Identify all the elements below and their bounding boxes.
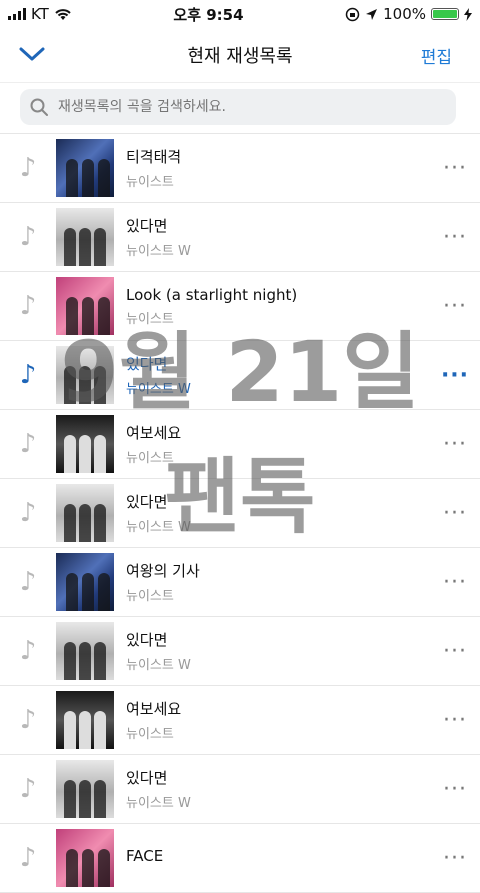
- music-note-icon: ♪: [19, 498, 37, 528]
- song-artist: 뉴이스트: [126, 451, 174, 466]
- header: 현재 재생목록 편집: [0, 28, 480, 82]
- song-artist: 뉴이스트: [126, 589, 174, 604]
- more-options-button[interactable]: ···: [430, 156, 480, 181]
- carrier-label: KT: [31, 5, 49, 23]
- music-note-icon: ♪: [19, 222, 37, 252]
- battery-icon: [431, 8, 459, 20]
- song-artist: 뉴이스트 W: [126, 658, 191, 673]
- more-options-button[interactable]: ···: [430, 639, 480, 664]
- song-title: 여보세요: [126, 700, 182, 718]
- status-right: 100%: [345, 5, 472, 23]
- more-options-button[interactable]: ···: [430, 570, 480, 595]
- song-title: 여보세요: [126, 424, 182, 442]
- more-options-button[interactable]: ···: [430, 777, 480, 802]
- more-options-button[interactable]: ···: [430, 846, 480, 871]
- album-art: [56, 829, 114, 887]
- list-item[interactable]: ♪ 있다면뉴이스트 W ···: [0, 479, 480, 548]
- song-info: 있다면뉴이스트 W: [126, 215, 430, 259]
- song-title: Look (a starlight night): [126, 285, 298, 304]
- list-item[interactable]: ♪ 티격태격뉴이스트 ···: [0, 134, 480, 203]
- song-artist: 뉴이스트 W: [126, 244, 191, 259]
- song-artist: 뉴이스트 W: [126, 520, 191, 535]
- song-info: 있다면뉴이스트 W: [126, 767, 430, 811]
- album-art: [56, 346, 114, 404]
- signal-icon: [8, 8, 26, 20]
- album-art: [56, 139, 114, 197]
- more-options-button[interactable]: ···: [430, 501, 480, 526]
- song-title: 있다면: [126, 217, 168, 235]
- list-item[interactable]: ♪ 여왕의 기사뉴이스트 ···: [0, 548, 480, 617]
- album-art: [56, 484, 114, 542]
- list-item[interactable]: ♪ Look (a starlight night) 뉴이스트 ···: [0, 272, 480, 341]
- song-info: FACE: [126, 847, 430, 869]
- status-bar: KT 오후 9:54 100%: [0, 0, 480, 28]
- more-options-button[interactable]: ···: [430, 294, 480, 319]
- song-info: 있다면뉴이스트 W: [126, 353, 430, 397]
- more-options-button[interactable]: ···: [430, 225, 480, 250]
- wifi-icon: [55, 8, 71, 20]
- song-artist: 뉴이스트: [126, 311, 174, 327]
- music-note-icon: ♪: [19, 153, 37, 183]
- edit-button[interactable]: 편집: [421, 43, 452, 68]
- song-info: 여왕의 기사뉴이스트: [126, 560, 430, 604]
- song-artist: 뉴이스트 W: [126, 382, 191, 397]
- album-art: [56, 553, 114, 611]
- song-info: 있다면뉴이스트 W: [126, 491, 430, 535]
- song-info: Look (a starlight night) 뉴이스트: [126, 286, 430, 327]
- song-title: 티격태격: [126, 148, 182, 166]
- list-item[interactable]: ♪ 있다면뉴이스트 W ···: [0, 755, 480, 824]
- list-item-now-playing[interactable]: ♪ 있다면뉴이스트 W ···: [0, 341, 480, 410]
- more-options-button[interactable]: ···: [430, 708, 480, 733]
- song-title: 있다면: [126, 769, 168, 787]
- album-art: [56, 691, 114, 749]
- album-art: [56, 760, 114, 818]
- list-item[interactable]: ♪ 여보세요뉴이스트 ···: [0, 686, 480, 755]
- search-area: [0, 82, 480, 133]
- music-note-icon: ♪: [19, 774, 37, 804]
- album-art: [56, 622, 114, 680]
- more-options-button[interactable]: ···: [430, 432, 480, 457]
- music-note-icon: ♪: [19, 705, 37, 735]
- album-art: [56, 277, 114, 335]
- music-note-icon: ♪: [19, 360, 37, 390]
- list-item[interactable]: ♪ FACE ···: [0, 824, 480, 893]
- music-note-icon: ♪: [19, 636, 37, 666]
- status-left: KT: [8, 5, 72, 23]
- list-item[interactable]: ♪ 있다면뉴이스트 W ···: [0, 617, 480, 686]
- battery-percent: 100%: [383, 5, 426, 23]
- chevron-down-icon[interactable]: [18, 42, 46, 66]
- song-info: 여보세요뉴이스트: [126, 422, 430, 466]
- song-title: 있다면: [126, 493, 168, 511]
- search-icon: [30, 98, 48, 116]
- playlist: ♪ 티격태격 뉴이스트 ··· ♪ 있다면 뉴이스트 W ··· ♪ Look (a…: [0, 133, 480, 893]
- album-art: [56, 208, 114, 266]
- music-note-icon: ♪: [19, 291, 37, 321]
- album-art: [56, 415, 114, 473]
- song-artist: 뉴이스트: [126, 175, 174, 190]
- search-input[interactable]: [56, 98, 420, 116]
- song-title: FACE: [126, 847, 164, 865]
- song-title: 있다면: [126, 631, 168, 649]
- music-note-icon: ♪: [19, 429, 37, 459]
- music-note-icon: ♪: [19, 567, 37, 597]
- location-icon: [366, 8, 378, 20]
- list-item[interactable]: ♪ 있다면뉴이스트 W ···: [0, 203, 480, 272]
- song-artist: 뉴이스트 W: [126, 796, 191, 811]
- song-info: 있다면뉴이스트 W: [126, 629, 430, 673]
- song-info: 티격태격뉴이스트: [126, 146, 430, 190]
- song-info: 여보세요뉴이스트: [126, 698, 430, 742]
- song-artist: 뉴이스트: [126, 727, 174, 742]
- status-time: 오후 9:54: [173, 5, 244, 24]
- song-title: 있다면: [126, 355, 168, 373]
- charging-icon: [464, 7, 472, 21]
- page-title: 현재 재생목록: [187, 46, 293, 67]
- more-options-button[interactable]: ···: [430, 363, 480, 388]
- list-item[interactable]: ♪ 여보세요뉴이스트 ···: [0, 410, 480, 479]
- song-title: 여왕의 기사: [126, 562, 200, 580]
- music-note-icon: ♪: [19, 843, 37, 873]
- search-box[interactable]: [20, 89, 456, 125]
- rotation-lock-icon: [345, 7, 360, 21]
